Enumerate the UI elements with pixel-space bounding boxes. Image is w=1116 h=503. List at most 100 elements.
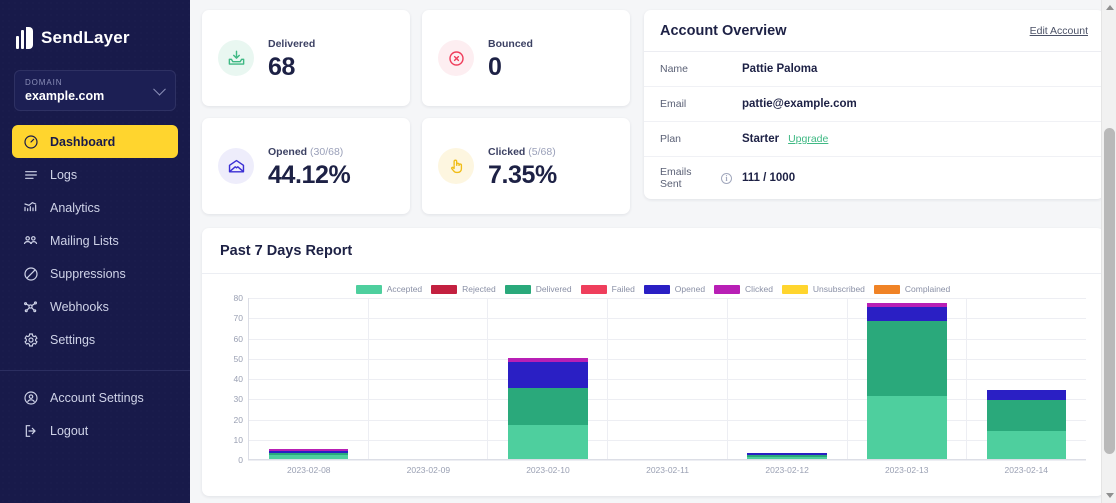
sidebar-item-label: Logout bbox=[50, 424, 88, 438]
scroll-down-arrow-icon[interactable] bbox=[1102, 488, 1116, 503]
sendlayer-logo-icon bbox=[16, 27, 33, 49]
sidebar-item-logout[interactable]: Logout bbox=[12, 414, 178, 447]
sidebar-item-label: Mailing Lists bbox=[50, 234, 119, 248]
sidebar-item-settings[interactable]: Settings bbox=[12, 323, 178, 356]
domain-selector-value: example.com bbox=[25, 89, 165, 103]
legend-swatch bbox=[714, 285, 740, 294]
chart-stacked-bar[interactable] bbox=[747, 453, 827, 459]
stat-card-opened[interactable]: Opened (30/68) 44.12% bbox=[202, 118, 410, 214]
chart-stacked-bar[interactable] bbox=[508, 358, 588, 459]
grid-line bbox=[248, 460, 1086, 461]
legend-swatch bbox=[431, 285, 457, 294]
chart-bar-segment bbox=[269, 455, 349, 459]
legend-item[interactable]: Delivered bbox=[505, 284, 572, 294]
chart-bar-slot[interactable] bbox=[608, 298, 728, 459]
sidebar-item-label: Dashboard bbox=[50, 135, 115, 149]
legend-item[interactable]: Complained bbox=[874, 284, 950, 294]
legend-label: Opened bbox=[675, 284, 705, 294]
chart-bar-slot[interactable] bbox=[848, 298, 968, 459]
chart-stacked-bar[interactable] bbox=[987, 390, 1067, 459]
sidebar-item-webhooks[interactable]: Webhooks bbox=[12, 290, 178, 323]
sidebar-item-dashboard[interactable]: Dashboard bbox=[12, 125, 178, 158]
legend-item[interactable]: Accepted bbox=[356, 284, 422, 294]
chart-bar-segment bbox=[508, 425, 588, 459]
y-axis-tick: 70 bbox=[234, 313, 243, 323]
chart-title: Past 7 Days Report bbox=[220, 243, 352, 259]
chart-bar-segment bbox=[987, 390, 1067, 400]
upgrade-link[interactable]: Upgrade bbox=[788, 133, 828, 145]
sidebar-item-label: Settings bbox=[50, 333, 95, 347]
sidebar-item-suppressions[interactable]: Suppressions bbox=[12, 257, 178, 290]
edit-account-link[interactable]: Edit Account bbox=[1030, 25, 1088, 37]
chart-x-axis-labels: 2023-02-082023-02-092023-02-102023-02-11… bbox=[249, 465, 1086, 475]
stat-title: Clicked (5/68) bbox=[488, 146, 556, 158]
legend-label: Complained bbox=[905, 284, 950, 294]
chart-bars bbox=[249, 298, 1086, 459]
sidebar-nav-lower: Account Settings Logout bbox=[0, 381, 190, 447]
stat-value: 7.35% bbox=[488, 161, 557, 190]
sidebar-item-logs[interactable]: Logs bbox=[12, 158, 178, 191]
legend-swatch bbox=[874, 285, 900, 294]
stat-card-delivered[interactable]: Delivered 68 bbox=[202, 10, 410, 106]
account-row-plan: Plan Starter Upgrade bbox=[644, 122, 1104, 157]
account-row-emails-sent: Emails Sent i 111 / 1000 bbox=[644, 157, 1104, 199]
stat-card-bounced[interactable]: Bounced 0 bbox=[422, 10, 630, 106]
brand-logo[interactable]: SendLayer bbox=[0, 0, 190, 56]
account-row-email: Email pattie@example.com bbox=[644, 87, 1104, 122]
main-content: Delivered 68 Bounced bbox=[190, 0, 1116, 503]
legend-item[interactable]: Opened bbox=[644, 284, 705, 294]
pointer-hand-icon bbox=[438, 148, 474, 184]
stat-fraction: (5/68) bbox=[528, 146, 555, 158]
chart-bar-slot[interactable] bbox=[967, 298, 1086, 459]
stat-text: Bounced 0 bbox=[488, 34, 533, 82]
chart-bar-slot[interactable] bbox=[249, 298, 369, 459]
chart-plot: 01020304050607080 bbox=[220, 298, 1086, 460]
account-row-value: Starter Upgrade bbox=[742, 133, 828, 145]
legend-item[interactable]: Failed bbox=[581, 284, 635, 294]
page-title: Account Overview bbox=[660, 23, 787, 39]
chart-bar-slot[interactable] bbox=[728, 298, 848, 459]
stat-value: 68 bbox=[268, 53, 315, 82]
inbox-download-icon bbox=[218, 40, 254, 76]
sidebar-item-analytics[interactable]: Analytics bbox=[12, 191, 178, 224]
y-axis-tick: 10 bbox=[234, 435, 243, 445]
sidebar-item-label: Logs bbox=[50, 168, 77, 182]
envelope-open-icon bbox=[218, 148, 254, 184]
legend-item[interactable]: Clicked bbox=[714, 284, 773, 294]
domain-selector[interactable]: DOMAIN example.com bbox=[14, 70, 176, 111]
chart-stacked-bar[interactable] bbox=[269, 449, 349, 459]
page-scrollbar[interactable] bbox=[1101, 0, 1116, 503]
sidebar-item-account-settings[interactable]: Account Settings bbox=[12, 381, 178, 414]
x-axis-label: 2023-02-13 bbox=[847, 465, 967, 475]
y-axis-tick: 20 bbox=[234, 415, 243, 425]
legend-label: Clicked bbox=[745, 284, 773, 294]
stat-text: Clicked (5/68) 7.35% bbox=[488, 142, 557, 190]
y-axis-tick: 40 bbox=[234, 374, 243, 384]
x-axis-label: 2023-02-08 bbox=[249, 465, 369, 475]
y-axis-tick: 30 bbox=[234, 394, 243, 404]
logout-icon bbox=[22, 422, 39, 439]
brand-name: SendLayer bbox=[41, 28, 130, 48]
list-icon bbox=[22, 166, 39, 183]
legend-swatch bbox=[505, 285, 531, 294]
legend-swatch bbox=[782, 285, 808, 294]
scroll-up-arrow-icon[interactable] bbox=[1102, 0, 1116, 15]
webhook-icon bbox=[22, 298, 39, 315]
stat-card-clicked[interactable]: Clicked (5/68) 7.35% bbox=[422, 118, 630, 214]
legend-item[interactable]: Unsubscribed bbox=[782, 284, 865, 294]
legend-swatch bbox=[356, 285, 382, 294]
account-row-key: Emails Sent i bbox=[660, 166, 732, 190]
chart-icon bbox=[22, 199, 39, 216]
scrollbar-thumb[interactable] bbox=[1104, 128, 1115, 454]
sidebar-item-mailing-lists[interactable]: Mailing Lists bbox=[12, 224, 178, 257]
y-axis-tick: 60 bbox=[234, 334, 243, 344]
account-row-key: Name bbox=[660, 63, 732, 75]
chart-stacked-bar[interactable] bbox=[867, 303, 947, 459]
info-icon[interactable]: i bbox=[721, 173, 732, 184]
account-row-value: 111 / 1000 bbox=[742, 172, 795, 184]
chart-bar-slot[interactable] bbox=[369, 298, 489, 459]
legend-item[interactable]: Rejected bbox=[431, 284, 496, 294]
sidebar-item-label: Analytics bbox=[50, 201, 100, 215]
past-7-days-report-card: Past 7 Days Report Accepted Rejected Deliv… bbox=[202, 228, 1104, 496]
chart-bar-slot[interactable] bbox=[488, 298, 608, 459]
